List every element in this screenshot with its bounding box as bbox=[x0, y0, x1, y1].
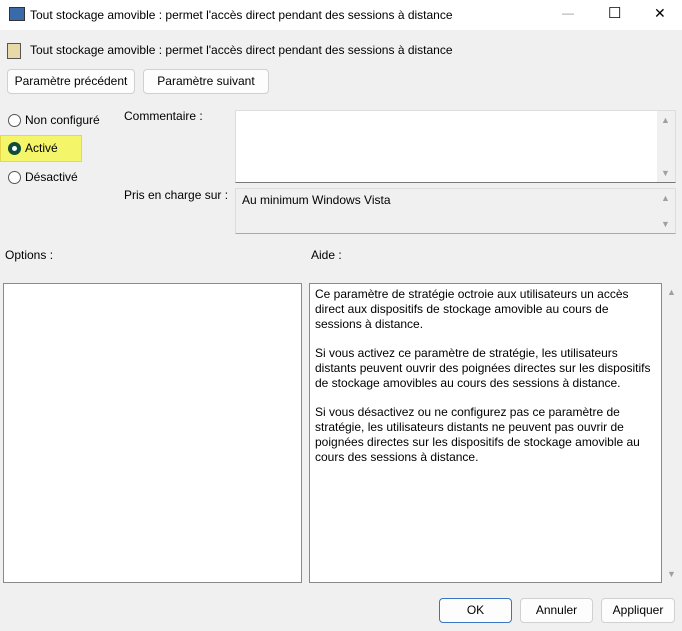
radio-label: Désactivé bbox=[25, 170, 78, 184]
scroll-up-icon[interactable]: ▲ bbox=[661, 193, 670, 203]
comment-input[interactable]: ▲ ▼ bbox=[235, 110, 676, 183]
previous-setting-button[interactable]: Paramètre précédent bbox=[7, 69, 135, 94]
supported-label: Pris en charge sur : bbox=[124, 188, 229, 202]
scroll-up-icon[interactable]: ▲ bbox=[667, 287, 676, 297]
policy-title: Tout stockage amovible : permet l'accès … bbox=[30, 43, 453, 57]
help-scrollbar[interactable]: ▲ ▼ bbox=[663, 283, 680, 583]
radio-label: Activé bbox=[25, 141, 58, 155]
apply-button[interactable]: Appliquer bbox=[601, 598, 675, 623]
radio-circle-selected bbox=[8, 141, 21, 155]
supported-on-field: Au minimum Windows Vista ▲ ▼ bbox=[235, 188, 676, 234]
radio-circle bbox=[8, 113, 21, 127]
help-label: Aide : bbox=[311, 248, 342, 262]
radio-enabled[interactable]: Activé bbox=[8, 137, 58, 159]
help-paragraph: Si vous activez ce paramètre de stratégi… bbox=[315, 346, 651, 390]
radio-disabled[interactable]: Désactivé bbox=[8, 166, 78, 188]
supported-scrollbar[interactable]: ▲ ▼ bbox=[657, 189, 675, 233]
scroll-down-icon[interactable]: ▼ bbox=[661, 219, 670, 229]
help-paragraph: Ce paramètre de stratégie octroie aux ut… bbox=[315, 287, 629, 331]
window-title: Tout stockage amovible : permet l'accès … bbox=[30, 8, 453, 22]
scroll-down-icon[interactable]: ▼ bbox=[667, 569, 676, 579]
minimize-button[interactable]: — bbox=[562, 6, 574, 20]
ok-button[interactable]: OK bbox=[439, 598, 512, 623]
maximize-button[interactable]: ☐ bbox=[608, 4, 621, 22]
comment-scrollbar[interactable]: ▲ ▼ bbox=[657, 111, 675, 182]
policy-icon bbox=[7, 43, 21, 59]
scroll-up-icon[interactable]: ▲ bbox=[661, 115, 670, 125]
help-panel: Ce paramètre de stratégie octroie aux ut… bbox=[309, 283, 662, 583]
help-paragraph: Si vous désactivez ou ne configurez pas … bbox=[315, 405, 640, 464]
radio-label: Non configuré bbox=[25, 113, 100, 127]
close-button[interactable]: ✕ bbox=[654, 5, 666, 22]
radio-circle bbox=[8, 170, 21, 184]
scroll-down-icon[interactable]: ▼ bbox=[661, 168, 670, 178]
radio-not-configured[interactable]: Non configuré bbox=[8, 109, 100, 131]
options-panel bbox=[3, 283, 302, 583]
app-icon bbox=[9, 7, 25, 21]
supported-value: Au minimum Windows Vista bbox=[242, 193, 391, 207]
title-bar: Tout stockage amovible : permet l'accès … bbox=[0, 0, 682, 30]
options-label: Options : bbox=[5, 248, 54, 262]
comment-label: Commentaire : bbox=[124, 109, 203, 123]
next-setting-button[interactable]: Paramètre suivant bbox=[143, 69, 269, 94]
cancel-button[interactable]: Annuler bbox=[520, 598, 593, 623]
